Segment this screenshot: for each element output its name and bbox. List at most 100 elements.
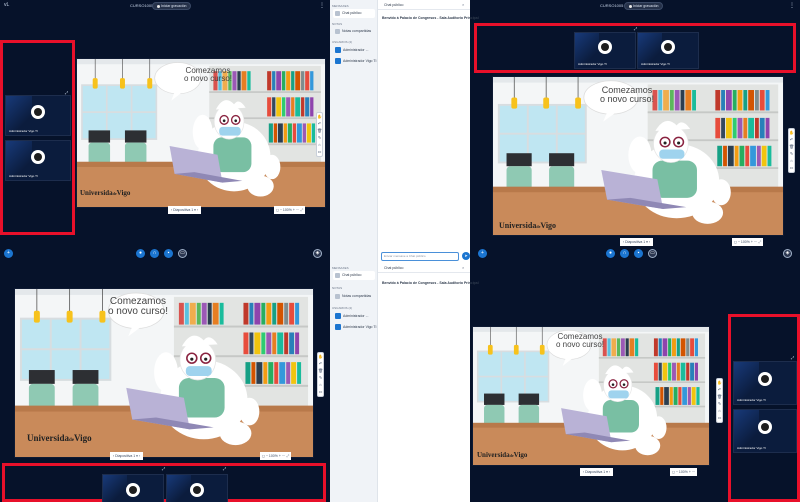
send-icon[interactable]: ➤ [462,252,470,260]
pencil-icon[interactable]: ✎ [717,400,722,407]
meeting-view-bottom-right: ⤢ Administrador Vigo TI Administrador Vi… [470,262,800,502]
multi-user-icon[interactable]: ⌂ [717,407,722,414]
record-button[interactable]: Iniciar gravación [624,2,664,10]
layout-icon[interactable]: ◈ [313,249,322,258]
chat-panel: Chat público × Benvido á Palacio de Cong… [378,0,479,502]
actions-plus-icon[interactable]: + [478,249,487,258]
shared-notes-item[interactable]: Notas compartidas [333,292,375,301]
presentation-slide: Comezamos o novo curso! UniversidadeVigo [76,58,326,208]
speech-bubble-text: Comezamos o novo curso! [555,332,605,349]
user-list-item[interactable]: Administrador ... [333,46,375,55]
multi-user-icon[interactable]: ⌂ [789,157,794,164]
webcam-tile[interactable]: Administrador Vigo TI [733,409,797,453]
slide-navigation[interactable]: ‹ Diapositiva 1 ▾ › [580,468,614,476]
trash-icon[interactable]: 🗑 [717,393,722,400]
chat-icon [335,272,340,278]
notes-header: NOTAS [332,286,343,290]
user-list-item[interactable]: Administrador Vigo TI [333,57,377,66]
chat-message-input[interactable]: Enviar mensaxe a Chat público [381,252,459,261]
options-menu-icon[interactable]: ⋮ [789,2,795,9]
undo-icon[interactable]: ↶ [317,120,322,127]
university-logo: UniversidadeVigo [80,189,131,197]
actions-plus-icon[interactable]: + [4,249,13,258]
zoom-controls[interactable]: ◻ − 100% + ⋯ [670,468,698,476]
zoom-controls[interactable]: ◻ − 100% + ⋯ ⤢ [274,206,306,214]
avatar [335,47,341,54]
close-icon[interactable]: × [462,2,464,7]
microphone-icon[interactable]: ● [606,249,615,258]
multi-user-icon[interactable]: ⌂ [317,141,322,148]
headphones-icon[interactable]: ∩ [620,249,629,258]
public-chat-item[interactable]: Chat público [333,271,375,280]
hand-icon[interactable]: ✋ [317,113,322,120]
microphone-icon[interactable]: ● [136,249,145,258]
user-list-item[interactable]: Administrador ... [333,312,375,321]
obs-logo-icon [126,483,140,498]
webcam-user-name: Administrador Vigo TI [9,174,38,178]
webcam-user-name: Administrador Vigo TI [737,446,766,450]
user-list-panel: MENSAXES Chat público NOTAS Notas compar… [330,0,378,502]
pencil-icon[interactable]: ✎ [317,134,322,141]
close-icon[interactable]: × [462,265,464,270]
screenshare-icon[interactable]: ▭ [178,249,187,258]
collapse-icon[interactable]: ▭ [789,164,794,171]
expand-icon[interactable]: ⤢ [223,466,226,471]
chat-welcome-message: Benvido á Palacio de Congresos - Sala Au… [382,16,479,20]
avatar [335,58,341,65]
notes-icon [335,28,340,34]
webcam-tile[interactable]: Administrador Vigo TI [5,140,71,181]
users-header: USUARIOS (2) [332,306,353,310]
options-menu-icon[interactable]: ⋮ [319,2,325,9]
meeting-view-top-left: vL CURSO1005 Iniciar gravación ⋮ ⤢ Admin… [0,0,330,262]
undo-icon[interactable]: ↶ [318,360,323,367]
undo-icon[interactable]: ↶ [717,386,722,393]
webcam-tile[interactable] [102,474,164,502]
undo-icon[interactable]: ↶ [789,136,794,143]
hand-icon[interactable]: ✋ [789,129,794,136]
trash-icon[interactable]: 🗑 [317,127,322,134]
chat-title: Chat público [384,3,404,7]
slide-navigation[interactable]: ‹ Diapositiva 1 ▾ › [110,452,144,460]
multi-user-icon[interactable]: ⌂ [318,381,323,388]
webcams-area: ⤢ Administrador Vigo TI Administrador Vi… [474,23,796,73]
chat-icon [335,10,340,16]
bottom-bar: + ● ∩ ▪ ▭ ◈ [470,244,800,262]
webcam-tile[interactable]: Administrador Vigo TI [5,95,71,136]
webcam-tile[interactable]: Administrador Vigo TI [574,32,636,69]
presentation-slide: Comezamos o novo curso! UniversidadeVigo [14,288,314,458]
expand-icon[interactable]: ⤢ [634,26,637,31]
webcam-tile[interactable]: Administrador Vigo TI [637,32,699,69]
screenshare-icon[interactable]: ▭ [648,249,657,258]
pencil-icon[interactable]: ✎ [318,374,323,381]
collapse-icon[interactable]: ▭ [318,388,323,395]
collapse-icon[interactable]: ▭ [717,414,722,421]
user-list-item[interactable]: Administrador Vigo TI [333,323,377,332]
avatar [335,313,341,320]
collapse-icon[interactable]: ▭ [317,148,322,155]
expand-icon[interactable]: ⤢ [791,355,794,360]
users-header: USUARIOS (2) [332,40,353,44]
camera-icon[interactable]: ▪ [634,249,643,258]
hand-icon[interactable]: ✋ [318,353,323,360]
record-button[interactable]: Iniciar gravación [152,2,192,10]
zoom-controls[interactable]: ◻ − 100% + ⋯ ⤢ [260,452,292,460]
trash-icon[interactable]: 🗑 [318,367,323,374]
top-bar: CURSO1005 Iniciar gravación ⋮ [470,0,800,13]
pencil-icon[interactable]: ✎ [789,150,794,157]
university-logo: UniversidadeVigo [499,221,557,230]
webcam-user-name: Administrador Vigo TI [641,62,670,66]
webcam-tile[interactable] [166,474,228,502]
hand-icon[interactable]: ✋ [717,379,722,386]
webcam-tile[interactable]: Administrador Vigo TI [733,361,797,405]
obs-logo-icon [31,149,45,164]
camera-icon[interactable]: ▪ [164,249,173,258]
public-chat-item[interactable]: Chat público [333,9,375,18]
expand-icon[interactable]: ⤢ [162,466,165,471]
chat-header: Chat público [378,263,470,273]
headphones-icon[interactable]: ∩ [150,249,159,258]
shared-notes-item[interactable]: Notas compartidas [333,27,375,36]
slide-navigation[interactable]: ‹ Diapositiva 1 ▾ › [168,206,202,214]
layout-icon[interactable]: ◈ [783,249,792,258]
obs-logo-icon [758,419,772,434]
trash-icon[interactable]: 🗑 [789,143,794,150]
